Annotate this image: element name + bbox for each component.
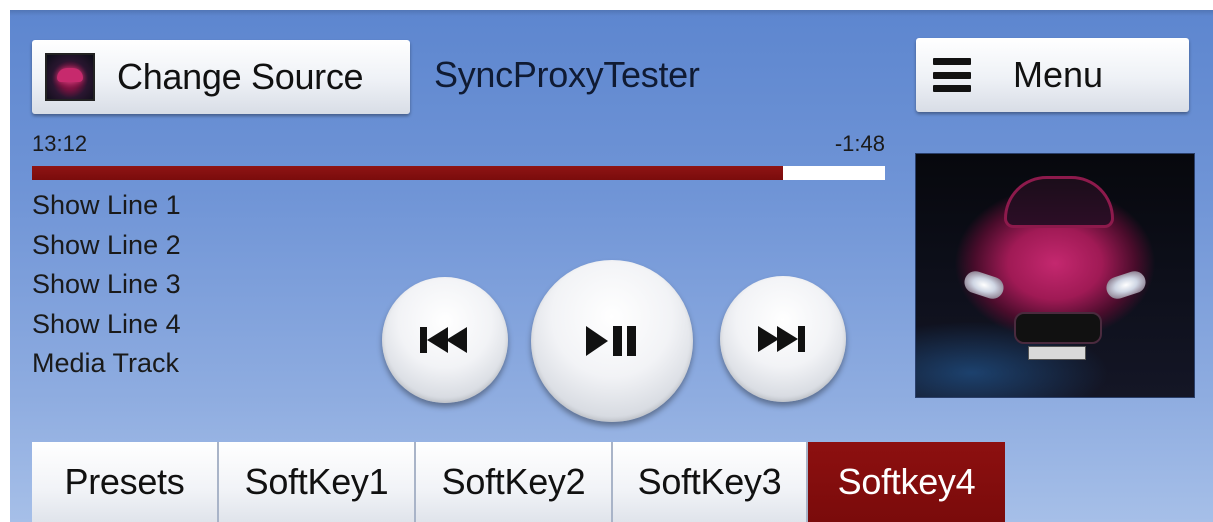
car-headlight-right: [1103, 268, 1149, 302]
car-headlight-left: [961, 268, 1007, 302]
change-source-label: Change Source: [117, 56, 364, 97]
car-grille: [1014, 312, 1102, 344]
media-screen: Change Source SyncProxyTester Menu 13:12…: [10, 10, 1213, 522]
show-line-3: Show Line 3: [32, 269, 181, 299]
show-line-1: Show Line 1: [32, 190, 181, 220]
car-windshield: [1004, 176, 1114, 228]
menu-label: Menu: [1013, 54, 1104, 95]
top-shade: [10, 10, 1213, 16]
play-pause-button[interactable]: [531, 260, 693, 422]
skip-next-icon: [758, 326, 805, 352]
remaining-time: -1:48: [834, 131, 885, 156]
car-thumbnail-icon: [45, 53, 95, 101]
next-track-button[interactable]: [720, 276, 846, 402]
show-line-4: Show Line 4: [32, 308, 181, 339]
softkey-bar: Presets SoftKey1 SoftKey2 SoftKey3 Softk…: [32, 442, 1005, 522]
elapsed-time: 13:12: [32, 131, 88, 156]
progress-bar[interactable]: [32, 166, 885, 180]
softkey-2[interactable]: SoftKey2: [416, 442, 613, 522]
play-pause-icon: [586, 326, 636, 356]
album-art: [915, 153, 1195, 398]
menu-button[interactable]: Menu: [916, 38, 1189, 112]
car-plate: [1028, 346, 1086, 360]
skip-previous-icon: [420, 327, 467, 353]
app-title: SyncProxyTester: [434, 54, 700, 95]
previous-track-button[interactable]: [382, 277, 508, 403]
media-track-line: Media Track: [32, 348, 180, 378]
softkey-presets[interactable]: Presets: [32, 442, 219, 522]
softkey-4[interactable]: Softkey4: [808, 442, 1005, 522]
softkey-3[interactable]: SoftKey3: [613, 442, 808, 522]
progress-fill: [32, 166, 783, 180]
softkey-1[interactable]: SoftKey1: [219, 442, 416, 522]
display-lines: Show Line 1 Show Line 2 Show Line 3 Show…: [32, 186, 181, 384]
hamburger-menu-icon: [933, 58, 971, 92]
change-source-button[interactable]: Change Source: [32, 40, 410, 114]
show-line-2: Show Line 2: [32, 229, 181, 260]
